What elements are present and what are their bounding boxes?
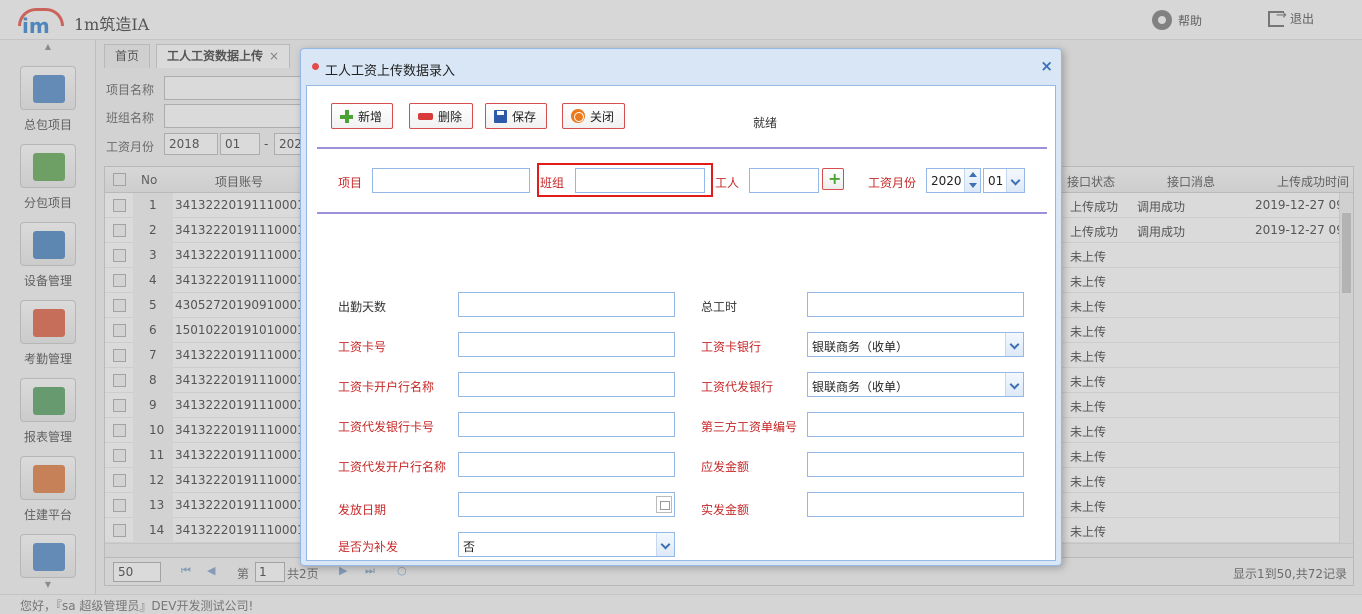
dialog-header: 工人工资上传数据录入 × xyxy=(301,49,1061,83)
divider-bottom xyxy=(317,212,1047,214)
attendance-days-input[interactable] xyxy=(458,292,675,317)
is-supplement-select[interactable]: 否 xyxy=(458,532,675,557)
card-bank-label: 工资卡银行 xyxy=(701,340,762,354)
project-label: 项目 xyxy=(338,176,363,190)
month-select[interactable]: 01 xyxy=(983,168,1025,193)
team-label: 班组 xyxy=(540,176,565,190)
project-input[interactable] xyxy=(372,168,530,193)
chevron-down-icon[interactable] xyxy=(1006,169,1024,192)
payable-amount-input[interactable] xyxy=(807,452,1024,477)
agent-account-name-label: 工资代发开户行名称 xyxy=(338,460,447,474)
close-icon[interactable]: × xyxy=(1040,57,1053,75)
dialog-status: 就绪 xyxy=(753,116,778,130)
year-spinner[interactable]: 2020 xyxy=(926,168,981,193)
agent-bank-select[interactable]: 银联商务（收单） xyxy=(807,372,1024,397)
divider-top xyxy=(317,147,1047,149)
attendance-days-label: 出勤天数 xyxy=(338,300,387,314)
worker-label: 工人 xyxy=(715,176,740,190)
add-button[interactable]: 新增 xyxy=(331,103,394,129)
actual-amount-input[interactable] xyxy=(807,492,1024,517)
card-no-label: 工资卡号 xyxy=(338,340,387,354)
total-hours-input[interactable] xyxy=(807,292,1024,317)
dialog-title: 工人工资上传数据录入 xyxy=(325,64,456,79)
agent-card-no-input[interactable] xyxy=(458,412,675,437)
worker-input[interactable] xyxy=(749,168,819,193)
dialog-body: 新增 删除 保存 关闭 就绪 项目 班组 工人 工资月份 2020 01 出勤天… xyxy=(306,85,1056,561)
pay-date-input[interactable] xyxy=(458,492,675,517)
wage-month-label-modal: 工资月份 xyxy=(868,176,917,190)
wage-entry-dialog: 工人工资上传数据录入 × 新增 删除 保存 关闭 就绪 项目 班组 工人 工资月… xyxy=(300,48,1062,566)
add-worker-button[interactable] xyxy=(822,168,844,190)
card-account-name-label: 工资卡开户行名称 xyxy=(338,380,435,394)
calendar-icon[interactable] xyxy=(656,496,672,513)
agent-account-name-input[interactable] xyxy=(458,452,675,477)
minus-icon xyxy=(418,112,433,120)
chevron-down-icon[interactable] xyxy=(656,533,674,556)
is-supplement-label: 是否为补发 xyxy=(338,540,399,554)
team-input[interactable] xyxy=(575,168,705,193)
actual-amount-label: 实发金额 xyxy=(701,503,750,517)
plus-icon xyxy=(340,109,353,123)
agent-card-no-label: 工资代发银行卡号 xyxy=(338,420,435,434)
dialog-dot-icon xyxy=(312,63,319,70)
save-icon xyxy=(494,109,507,123)
delete-button[interactable]: 删除 xyxy=(409,103,474,129)
chevron-down-icon[interactable] xyxy=(1005,333,1023,356)
card-no-input[interactable] xyxy=(458,332,675,357)
chevron-down-icon[interactable] xyxy=(1005,373,1023,396)
total-hours-label: 总工时 xyxy=(701,300,738,314)
third-party-no-label: 第三方工资单编号 xyxy=(701,420,798,434)
payable-amount-label: 应发金额 xyxy=(701,460,750,474)
third-party-no-input[interactable] xyxy=(807,412,1024,437)
agent-bank-label: 工资代发银行 xyxy=(701,380,774,394)
card-bank-select[interactable]: 银联商务（收单） xyxy=(807,332,1024,357)
power-icon xyxy=(571,109,585,123)
card-account-name-input[interactable] xyxy=(458,372,675,397)
pay-date-label: 发放日期 xyxy=(338,503,387,517)
close-button[interactable]: 关闭 xyxy=(562,103,626,129)
save-button[interactable]: 保存 xyxy=(485,103,548,129)
